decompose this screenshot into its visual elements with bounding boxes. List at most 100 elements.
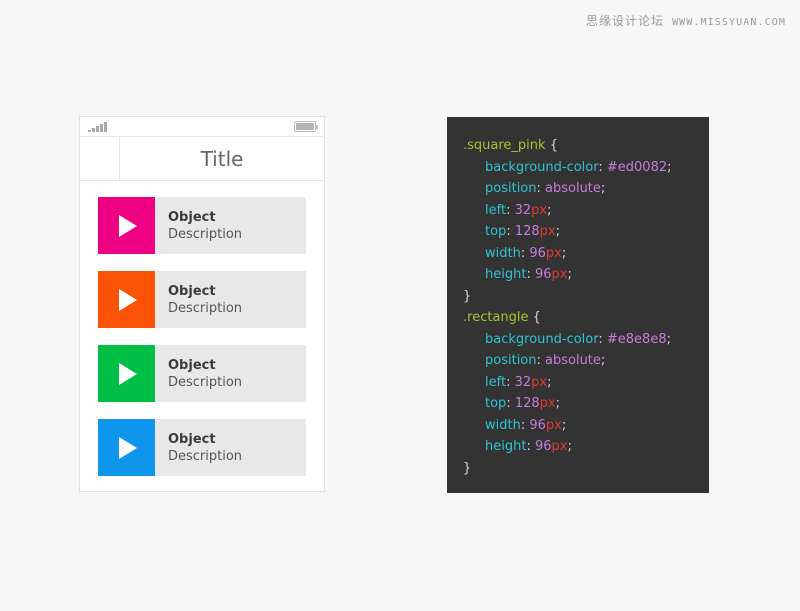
- list-item[interactable]: Object Description: [98, 419, 306, 476]
- css-colon: :: [598, 331, 607, 347]
- list-item[interactable]: Object Description: [98, 345, 306, 402]
- css-unit: px: [539, 396, 556, 411]
- css-semicolon: ;: [561, 245, 567, 261]
- list-item-thumbnail[interactable]: [98, 419, 155, 476]
- css-value: 96: [529, 245, 546, 261]
- css-colon: :: [598, 159, 607, 175]
- css-value: #e8e8e8: [606, 331, 667, 347]
- page-title-text: Title: [200, 146, 244, 171]
- list-item-texts: Object Description: [155, 345, 306, 402]
- signal-bars-icon: [88, 121, 107, 132]
- css-colon: :: [526, 267, 535, 282]
- css-value: absolute: [545, 353, 601, 368]
- css-semicolon: ;: [567, 267, 572, 282]
- page-title: Title: [120, 137, 324, 180]
- list-item-thumbnail[interactable]: [98, 197, 155, 254]
- list-item-description: Description: [168, 300, 243, 316]
- nav-bar: Title: [80, 137, 324, 181]
- css-semicolon: ;: [600, 181, 606, 196]
- list-item-texts: Object Description: [155, 419, 306, 476]
- css-semicolon: ;: [555, 396, 560, 411]
- css-value: absolute: [545, 181, 601, 196]
- css-value: 32: [514, 374, 532, 390]
- css-property: position: [485, 181, 537, 196]
- css-property: top: [485, 396, 507, 411]
- code-selector-line: .square_pink {: [463, 135, 709, 157]
- code-declaration-line: top: 128px;: [463, 393, 709, 415]
- css-value: 128: [514, 396, 540, 411]
- css-property: height: [485, 439, 527, 454]
- list-item-texts: Object Description: [155, 197, 306, 254]
- code-declaration-line: position: absolute;: [463, 350, 709, 372]
- css-property: width: [485, 245, 521, 261]
- css-property: width: [485, 417, 521, 433]
- battery-icon: [294, 121, 318, 132]
- css-semicolon: ;: [567, 439, 572, 454]
- css-property: top: [485, 224, 507, 239]
- css-unit: px: [551, 439, 568, 454]
- code-declaration-line: height: 96px;: [463, 264, 709, 286]
- css-unit: px: [545, 417, 562, 433]
- css-semicolon: ;: [667, 159, 672, 175]
- css-property: position: [485, 353, 537, 368]
- css-semicolon: ;: [561, 417, 567, 433]
- css-value: 96: [529, 417, 546, 433]
- list-item-title: Object: [168, 209, 216, 225]
- css-unit: px: [539, 224, 556, 239]
- css-property: background-color: [485, 331, 599, 347]
- list-item[interactable]: Object Description: [98, 271, 306, 328]
- code-declaration-line: left: 32px;: [463, 372, 709, 394]
- list-item-thumbnail[interactable]: [98, 271, 155, 328]
- list-item-title: Object: [168, 431, 216, 447]
- css-unit: px: [545, 245, 562, 261]
- css-semicolon: ;: [547, 374, 552, 390]
- code-declaration-line: width: 96px;: [463, 243, 709, 265]
- css-unit: px: [551, 267, 568, 282]
- code-panel: .square_pink { background-color: #ed0082;…: [447, 117, 709, 493]
- css-value: 96: [534, 267, 552, 282]
- css-semicolon: ;: [666, 331, 671, 347]
- css-colon: :: [506, 396, 515, 411]
- css-colon: :: [536, 353, 546, 368]
- code-selector-line: .rectangle {: [463, 307, 709, 329]
- battery-nub: [316, 125, 318, 129]
- brace-close: }: [463, 460, 472, 476]
- list-item-description: Description: [168, 448, 243, 464]
- css-selector: .rectangle: [463, 310, 529, 325]
- css-colon: :: [506, 374, 515, 390]
- watermark: 思缘设计论坛 WWW.MISSYUAN.COM: [586, 12, 786, 29]
- list-item-thumbnail[interactable]: [98, 345, 155, 402]
- play-icon: [119, 362, 137, 385]
- css-property: background-color: [485, 159, 599, 175]
- list-item-description: Description: [168, 374, 243, 390]
- list-item-title: Object: [168, 357, 216, 373]
- css-semicolon: ;: [600, 353, 606, 368]
- css-selector: .square_pink: [463, 138, 546, 153]
- css-semicolon: ;: [555, 224, 560, 239]
- brace-open: {: [549, 138, 558, 153]
- code-declaration-line: top: 128px;: [463, 221, 709, 243]
- css-colon: :: [536, 181, 546, 196]
- css-unit: px: [531, 374, 548, 390]
- phone-mockup: Title Object Description Object Description…: [79, 116, 325, 492]
- code-declaration-line: position: absolute;: [463, 178, 709, 200]
- watermark-url-text: WWW.MISSYUAN.COM: [672, 17, 786, 28]
- code-declaration-line: left: 32px;: [463, 200, 709, 222]
- list-item-description: Description: [168, 226, 243, 242]
- css-property: left: [485, 202, 507, 218]
- css-semicolon: ;: [547, 202, 552, 218]
- brace-open: {: [532, 310, 541, 325]
- brace-close: }: [463, 288, 472, 304]
- back-button[interactable]: [80, 137, 120, 180]
- code-close-brace-line: }: [463, 286, 709, 308]
- css-colon: :: [506, 202, 515, 218]
- object-list: Object Description Object Description Object…: [80, 181, 324, 476]
- list-item-texts: Object Description: [155, 271, 306, 328]
- css-value: 96: [534, 439, 552, 454]
- list-item[interactable]: Object Description: [98, 197, 306, 254]
- css-colon: :: [506, 224, 515, 239]
- css-value: #ed0082: [606, 159, 668, 175]
- watermark-cn-text: 思缘设计论坛: [586, 14, 665, 28]
- css-value: 128: [514, 224, 540, 239]
- play-icon: [119, 288, 137, 311]
